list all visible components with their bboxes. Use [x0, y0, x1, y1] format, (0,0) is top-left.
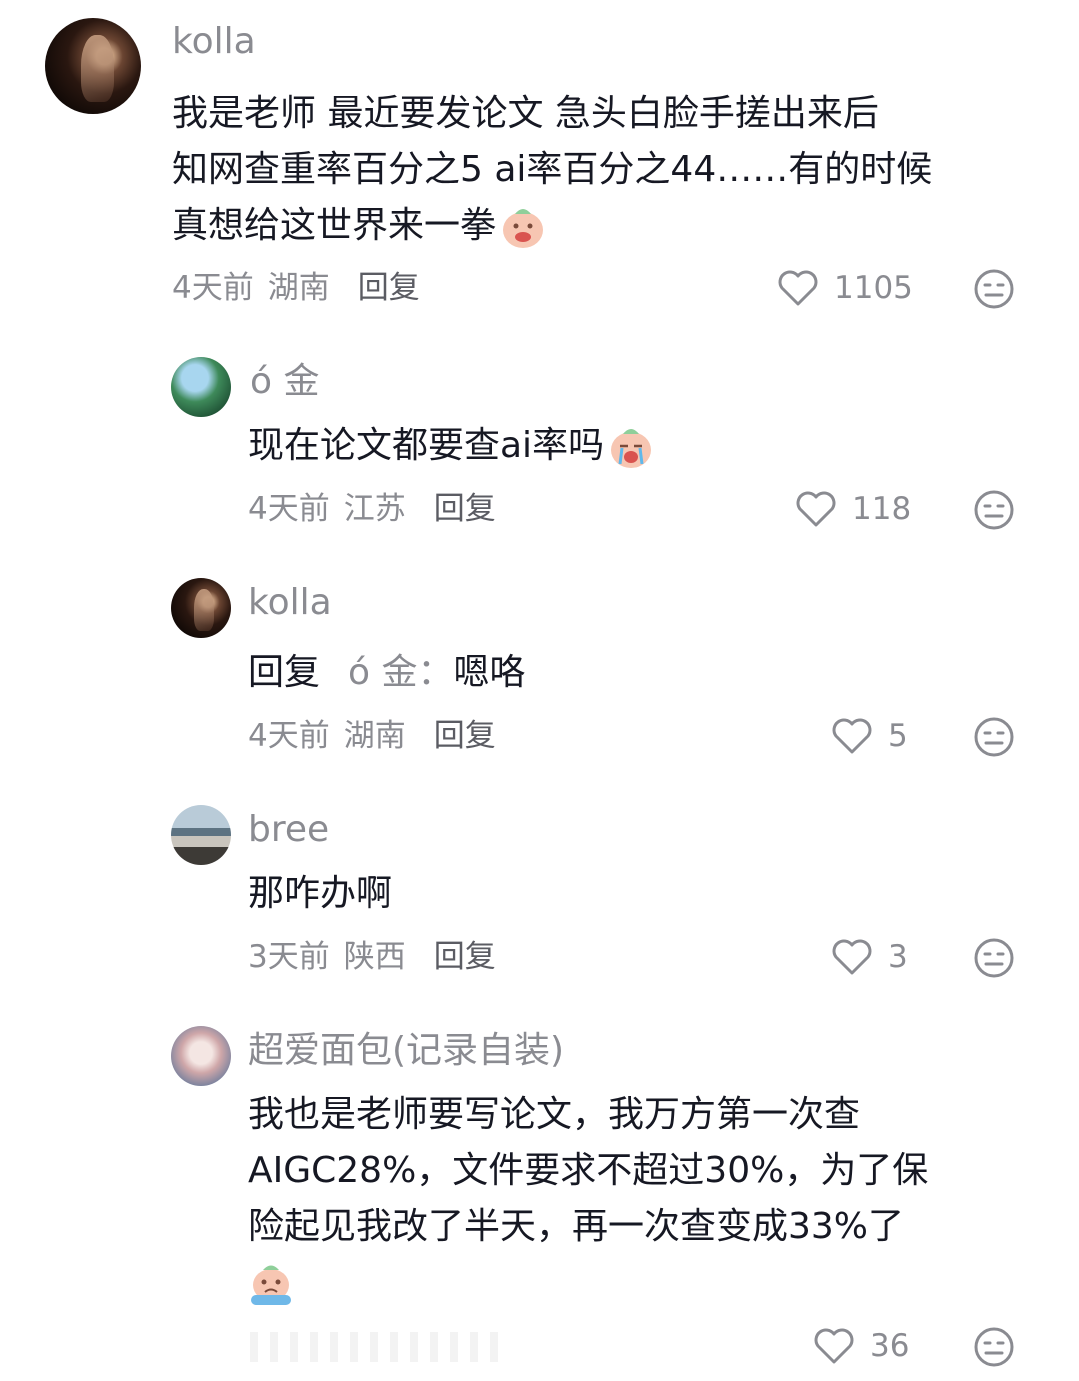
comment-meta: 4天前 湖南 回复	[172, 268, 420, 308]
avatar[interactable]	[45, 18, 141, 114]
neutral-face-icon[interactable]	[973, 489, 1015, 531]
location: 湖南	[267, 270, 330, 306]
comment-line: 险起见我改了半天，再一次查变成33%了	[248, 1206, 905, 1247]
comment-text: 我是老师 最近要发论文 急头白脸手搓出来后 知网查重率百分之5 ai率百分之44…	[172, 86, 932, 254]
reply-button[interactable]: 回复	[434, 718, 496, 754]
time: 4天前	[172, 270, 254, 306]
like-count: 36	[870, 1328, 910, 1364]
comment-line: 真想给这世界来一拳	[172, 198, 932, 254]
like-button[interactable]: 36	[812, 1326, 909, 1366]
avatar[interactable]	[171, 357, 231, 417]
comment-meta: 4天前 湖南 回复	[248, 716, 496, 756]
comment-text: 回复 ó 金：嗯咯	[248, 645, 526, 701]
comment-line: 我也是老师要写论文，我万方第一次查	[248, 1094, 861, 1135]
comment-line: 我是老师 最近要发论文 急头白脸手搓出来后	[172, 93, 879, 134]
comment-text: 那咋办啊	[248, 866, 392, 922]
location: 江苏	[343, 491, 406, 527]
username[interactable]: bree	[248, 808, 329, 852]
heart-outline-icon	[832, 939, 872, 975]
comment-meta: 3天前 陕西 回复	[248, 937, 496, 977]
comment-line: 现在论文都要查ai率吗	[248, 425, 605, 466]
avatar[interactable]	[171, 805, 231, 865]
username[interactable]: kolla	[172, 20, 256, 64]
time: 4天前	[248, 491, 330, 527]
username[interactable]: ó 金	[250, 360, 319, 404]
comment-line-text: 真想给这世界来一拳	[172, 205, 497, 246]
neutral-face-icon[interactable]	[973, 1326, 1015, 1368]
neutral-face-icon[interactable]	[973, 268, 1015, 310]
reply-text: 嗯咯	[453, 652, 526, 693]
comment-line	[248, 1255, 928, 1311]
comment-line: 知网查重率百分之5 ai率百分之44……有的时候	[172, 149, 933, 190]
heart-outline-icon	[778, 270, 818, 306]
time: 3天前	[248, 939, 330, 975]
like-button[interactable]: 118	[794, 489, 911, 529]
crying-face-emoji	[611, 429, 652, 468]
like-count: 5	[888, 718, 908, 754]
comment-line: AIGC28%，文件要求不超过30%，为了保	[248, 1150, 929, 1191]
comment-line: 那咋办啊	[248, 873, 393, 914]
like-count: 1105	[834, 270, 913, 306]
like-button[interactable]: 1105	[776, 268, 913, 308]
username[interactable]: 超爱面包(记录自装)	[248, 1029, 564, 1073]
comment-text: 我也是老师要写论文，我万方第一次查 AIGC28%，文件要求不超过30%，为了保…	[248, 1087, 928, 1311]
comment-meta: 4天前 江苏 回复	[248, 489, 496, 529]
reply-button[interactable]: 回复	[434, 939, 496, 975]
location: 湖南	[343, 718, 406, 754]
comment-text: 现在论文都要查ai率吗	[248, 418, 654, 474]
like-count: 3	[888, 939, 908, 975]
heart-outline-icon	[832, 718, 872, 754]
reply-button[interactable]: 回复	[358, 270, 420, 306]
neutral-face-icon[interactable]	[973, 937, 1015, 979]
sad-face-emoji	[251, 1265, 291, 1305]
reply-to-user[interactable]: ó 金：	[348, 652, 453, 693]
like-button[interactable]: 3	[830, 937, 908, 977]
neutral-face-icon[interactable]	[973, 716, 1015, 758]
heart-outline-icon	[796, 491, 836, 527]
location: 陕西	[343, 939, 406, 975]
reply-prefix: 回复	[248, 652, 321, 693]
avatar[interactable]	[171, 578, 231, 638]
tired-face-emoji	[503, 209, 544, 248]
heart-outline-icon	[814, 1328, 854, 1364]
time: 4天前	[248, 718, 330, 754]
username[interactable]: kolla	[248, 581, 332, 625]
reply-button[interactable]: 回复	[434, 491, 496, 527]
like-count: 118	[852, 491, 912, 527]
faded-meta-placeholder	[250, 1332, 510, 1362]
like-button[interactable]: 5	[830, 716, 908, 756]
avatar[interactable]	[171, 1026, 231, 1086]
